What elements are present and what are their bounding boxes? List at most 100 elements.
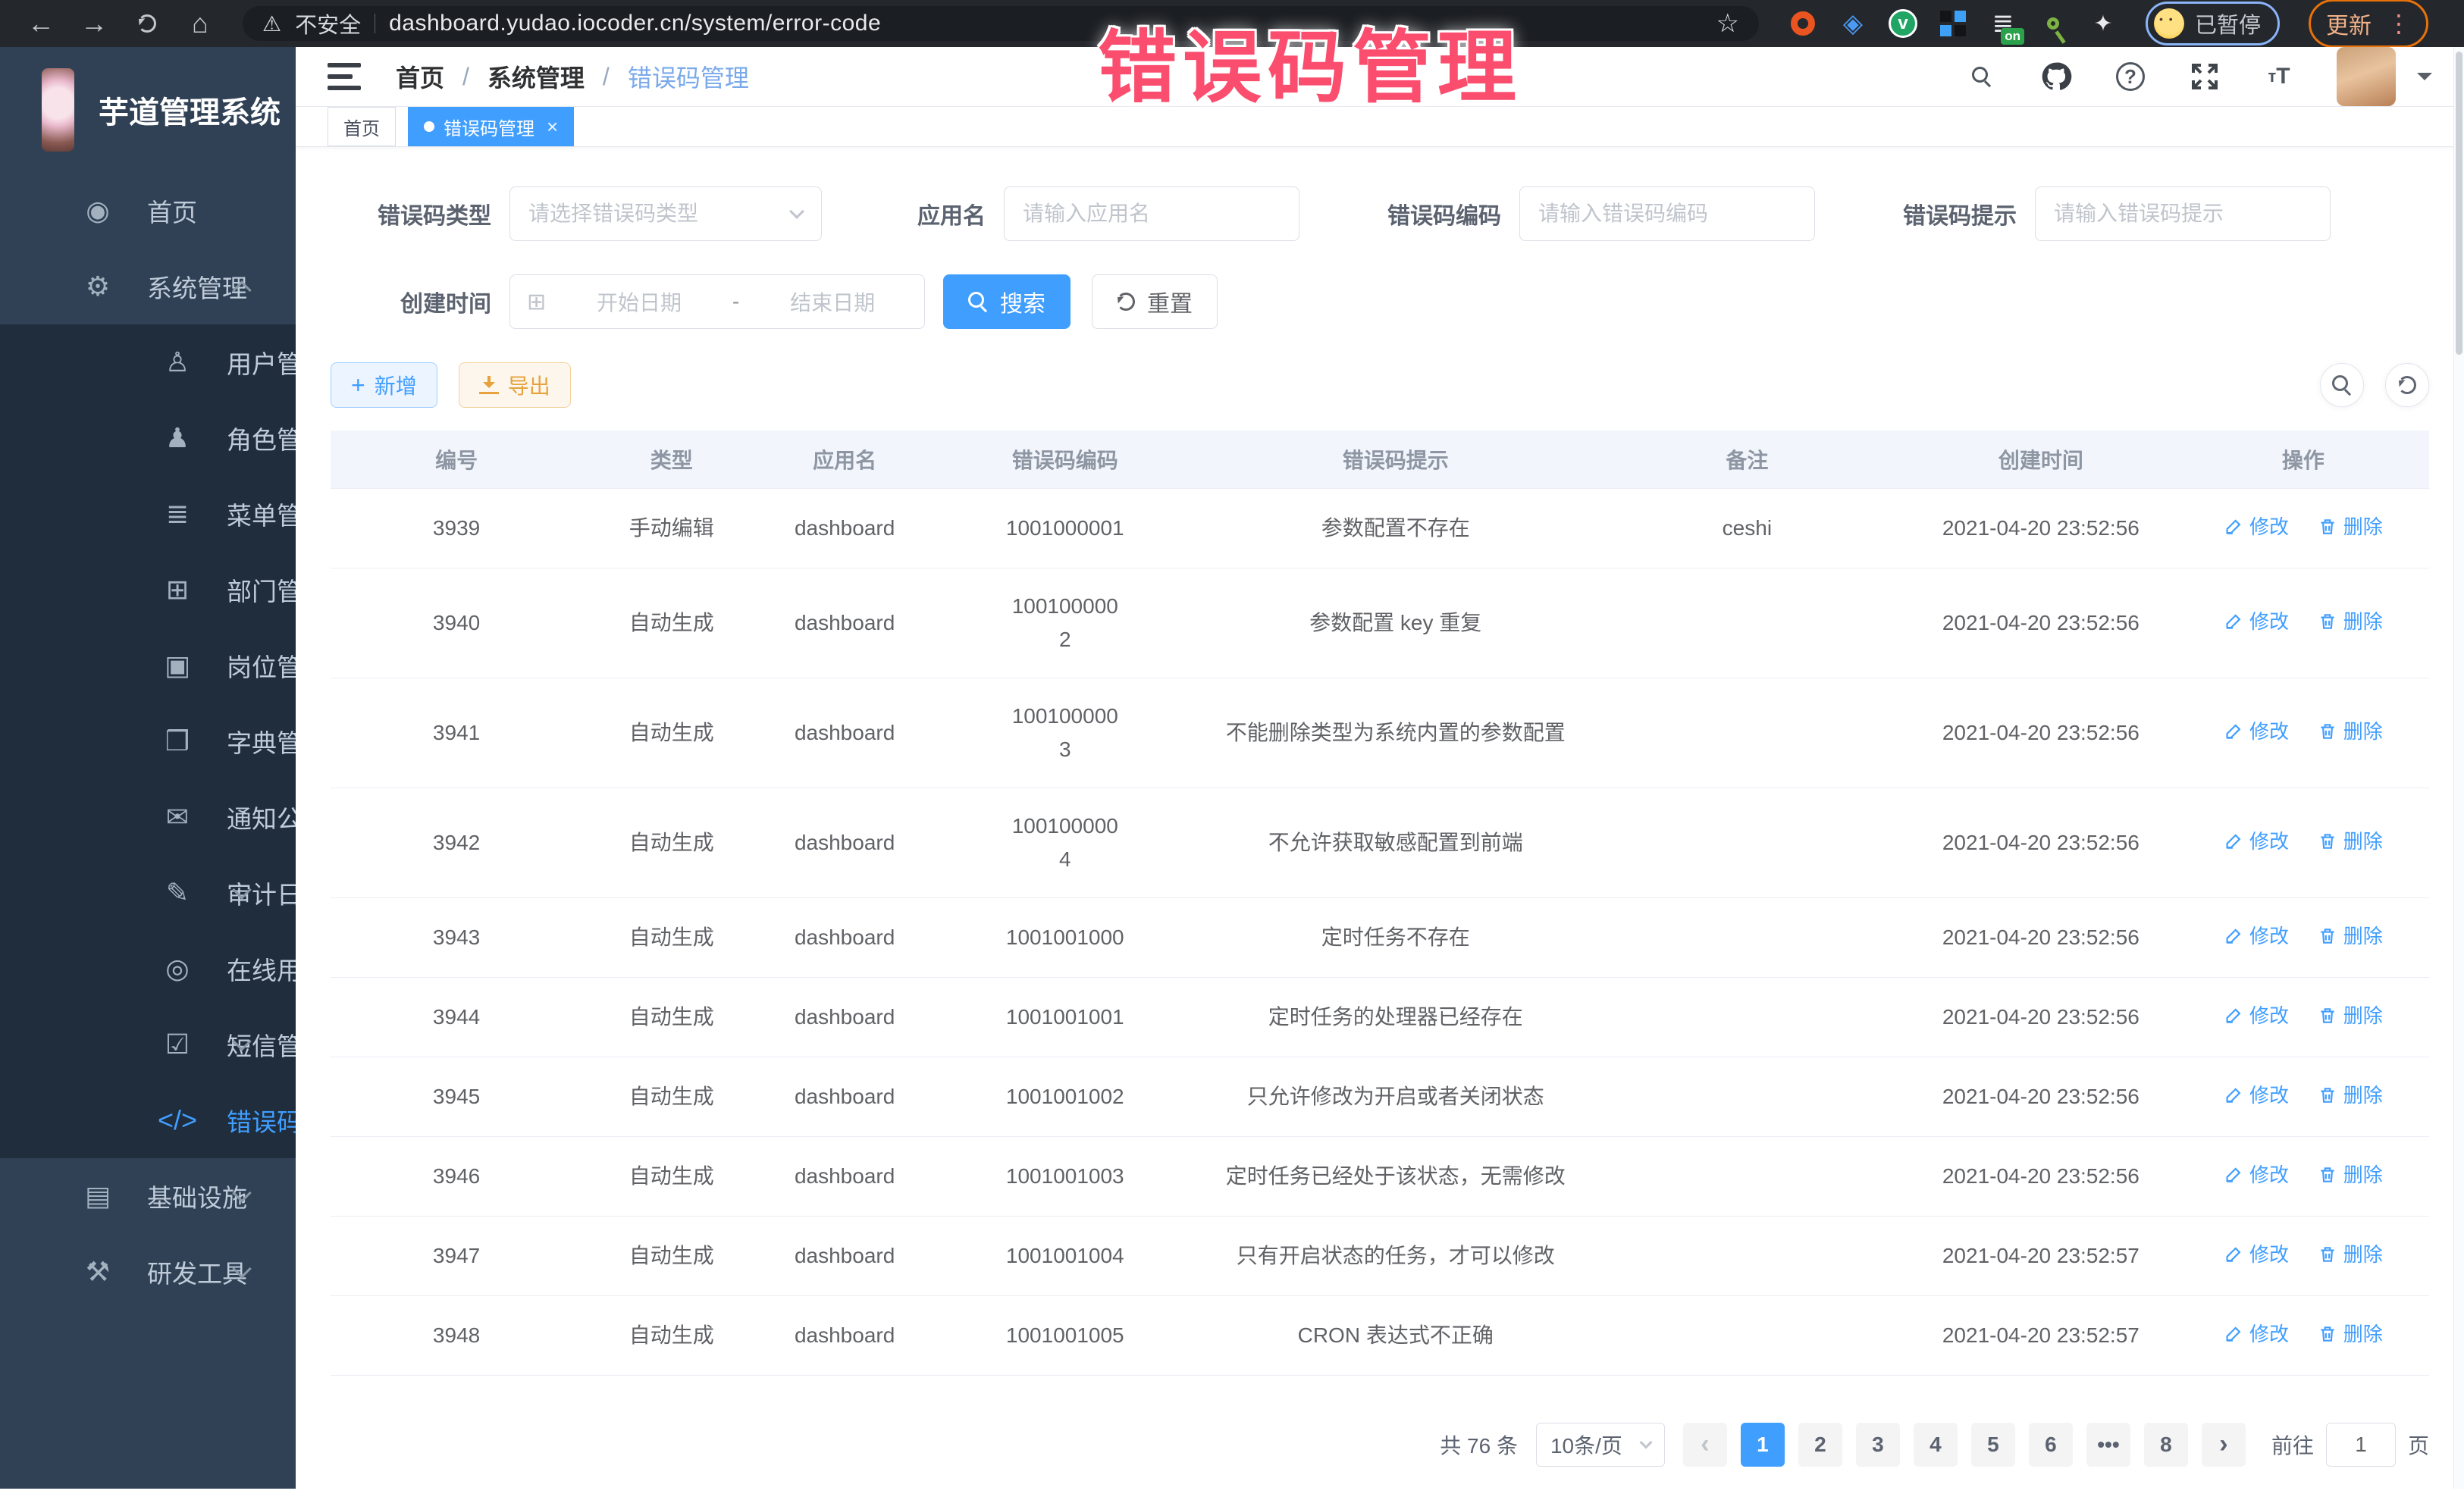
profile-paused-chip[interactable]: 已暂停 xyxy=(2146,2,2280,45)
list-extension-icon[interactable]: ≣on xyxy=(1988,8,2018,39)
tab-close-icon[interactable]: × xyxy=(547,117,558,136)
user-avatar[interactable] xyxy=(2337,47,2396,106)
delete-link[interactable]: 删除 xyxy=(2318,825,2383,858)
sidebar-item-label: 研发工具 xyxy=(147,1254,247,1290)
edit-link[interactable]: 修改 xyxy=(2224,1238,2289,1271)
tab[interactable]: 错误码管理 × xyxy=(408,107,574,146)
cell-code: 100100000 3 xyxy=(929,678,1202,788)
pin-extension-icon[interactable]: ◈ xyxy=(1838,8,1868,39)
sidebar-menu: ◉ 首页 ⚙ 系统管理 ♙ 用户管理 xyxy=(0,173,296,1310)
sidebar-item[interactable]: ♟ 角色管理 xyxy=(0,400,296,476)
delete-link[interactable]: 删除 xyxy=(2318,1079,2383,1112)
browser-reload-icon[interactable] xyxy=(126,2,168,45)
sidebar-item[interactable]: ◎ 在线用户 xyxy=(0,931,296,1007)
export-button[interactable]: 导出 xyxy=(459,362,571,408)
sidebar-item[interactable]: ♙ 用户管理 xyxy=(0,324,296,400)
goto-page-input[interactable] xyxy=(2326,1423,2396,1467)
sidebar-item[interactable]: ◉ 首页 xyxy=(0,173,296,249)
reset-button-label: 重置 xyxy=(1147,285,1193,318)
page-number-button[interactable]: 3 xyxy=(1856,1423,1900,1467)
browser-back-icon[interactable]: ← xyxy=(20,2,62,45)
error-type-select[interactable] xyxy=(509,186,822,241)
page-number-button[interactable]: ••• xyxy=(2086,1423,2130,1467)
edit-link[interactable]: 修改 xyxy=(2224,919,2289,953)
tab[interactable]: 首页 xyxy=(328,107,396,146)
page-number-button[interactable]: 8 xyxy=(2144,1423,2188,1467)
create-time-range-picker[interactable]: ⊞ 开始日期 - 结束日期 xyxy=(509,274,925,329)
delete-link[interactable]: 删除 xyxy=(2318,919,2383,953)
app-name-input[interactable] xyxy=(1004,186,1299,241)
header-search-icon[interactable] xyxy=(1965,60,1998,93)
error-code-input[interactable] xyxy=(1519,186,1815,241)
sidebar-item[interactable]: ⚒ 研发工具 xyxy=(0,1234,296,1310)
reset-button[interactable]: 重置 xyxy=(1092,274,1218,329)
sidebar-item[interactable]: ✎ 审计日志 xyxy=(0,855,296,931)
fullscreen-icon[interactable] xyxy=(2188,60,2221,93)
address-bar[interactable]: ⚠ 不安全 dashboard.yudao.iocoder.cn/system/… xyxy=(243,6,1759,41)
page-number-button[interactable]: 2 xyxy=(1798,1423,1842,1467)
sidebar-item[interactable]: ❒ 字典管理 xyxy=(0,703,296,779)
browser-forward-icon[interactable]: → xyxy=(73,2,115,45)
ubuntu-extension-icon[interactable] xyxy=(1788,8,1818,39)
prev-page-button[interactable]: ‹ xyxy=(1683,1423,1727,1467)
font-size-icon[interactable]: тT xyxy=(2262,60,2296,93)
search-button[interactable]: 搜索 xyxy=(943,274,1071,329)
edit-link[interactable]: 修改 xyxy=(2224,715,2289,748)
delete-link[interactable]: 删除 xyxy=(2318,715,2383,748)
browser-menu-kebab-icon[interactable]: ⋮ xyxy=(2387,16,2411,31)
delete-link-label: 删除 xyxy=(2343,825,2383,858)
github-icon[interactable] xyxy=(2039,60,2073,93)
window-scrollbar[interactable] xyxy=(2453,47,2464,1489)
sidebar-item-label: 用户管理 xyxy=(227,344,296,381)
edit-link[interactable]: 修改 xyxy=(2224,1158,2289,1192)
avatar-caret-icon[interactable] xyxy=(2417,73,2432,88)
key-extension-icon[interactable] xyxy=(2038,8,2068,39)
bookmark-star-icon[interactable]: ☆ xyxy=(1716,8,1739,39)
error-type-select-input[interactable] xyxy=(509,186,822,241)
edit-link[interactable]: 修改 xyxy=(2224,1079,2289,1112)
sidebar-item[interactable]: ▤ 基础设施 xyxy=(0,1158,296,1234)
edit-link[interactable]: 修改 xyxy=(2224,1317,2289,1351)
error-hint-input[interactable] xyxy=(2035,186,2331,241)
delete-link[interactable]: 删除 xyxy=(2318,1317,2383,1351)
delete-link[interactable]: 删除 xyxy=(2318,999,2383,1032)
delete-link-label: 删除 xyxy=(2343,1158,2383,1192)
toggle-search-button[interactable] xyxy=(2320,363,2364,407)
delete-link[interactable]: 删除 xyxy=(2318,510,2383,543)
next-page-button[interactable]: › xyxy=(2202,1423,2246,1467)
scrollbar-thumb[interactable] xyxy=(2456,52,2462,355)
breadcrumb-section[interactable]: 系统管理 xyxy=(487,59,585,94)
page-size-select[interactable]: 10条/页 xyxy=(1536,1423,1665,1467)
sidebar-item[interactable]: ▣ 岗位管理 xyxy=(0,628,296,703)
refresh-table-button[interactable] xyxy=(2385,363,2429,407)
sidebar-item[interactable]: ☑ 短信管理 xyxy=(0,1007,296,1082)
sidebar-item[interactable]: ⚙ 系统管理 xyxy=(0,249,296,324)
delete-link[interactable]: 删除 xyxy=(2318,1158,2383,1192)
delete-link[interactable]: 删除 xyxy=(2318,1238,2383,1271)
page-number-button[interactable]: 5 xyxy=(1971,1423,2015,1467)
edit-link[interactable]: 修改 xyxy=(2224,999,2289,1032)
page-number-button[interactable]: 4 xyxy=(1914,1423,1958,1467)
browser-home-icon[interactable]: ⌂ xyxy=(179,2,221,45)
help-icon[interactable]: ? xyxy=(2114,60,2147,93)
sidebar-item[interactable]: ≣ 菜单管理 xyxy=(0,476,296,552)
sidebar-item[interactable]: </> 错误码管理 xyxy=(0,1082,296,1158)
edit-link[interactable]: 修改 xyxy=(2224,510,2289,543)
breadcrumb-home[interactable]: 首页 xyxy=(396,59,444,94)
v-extension-icon[interactable]: v xyxy=(1888,8,1918,39)
sidebar-item[interactable]: ⊞ 部门管理 xyxy=(0,552,296,628)
delete-link[interactable]: 删除 xyxy=(2318,605,2383,638)
page-number-button[interactable]: 6 xyxy=(2029,1423,2073,1467)
cell-actions: 修改 删除 xyxy=(2177,1136,2429,1216)
edit-link[interactable]: 修改 xyxy=(2224,605,2289,638)
sidebar-item[interactable]: ✉ 通知公告 xyxy=(0,779,296,855)
edit-link[interactable]: 修改 xyxy=(2224,825,2289,858)
app-logo[interactable]: 芋道管理系统 xyxy=(0,47,296,173)
page-number-button[interactable]: 1 xyxy=(1741,1423,1785,1467)
cell-type: 自动生成 xyxy=(582,1057,760,1136)
browser-update-chip[interactable]: 更新 ⋮ xyxy=(2309,0,2428,48)
extensions-puzzle-icon[interactable]: ✦ xyxy=(2088,8,2118,39)
sidebar-toggle-icon[interactable] xyxy=(328,63,361,90)
add-button[interactable]: + 新增 xyxy=(331,362,437,408)
grid-extension-icon[interactable] xyxy=(1938,8,1968,39)
